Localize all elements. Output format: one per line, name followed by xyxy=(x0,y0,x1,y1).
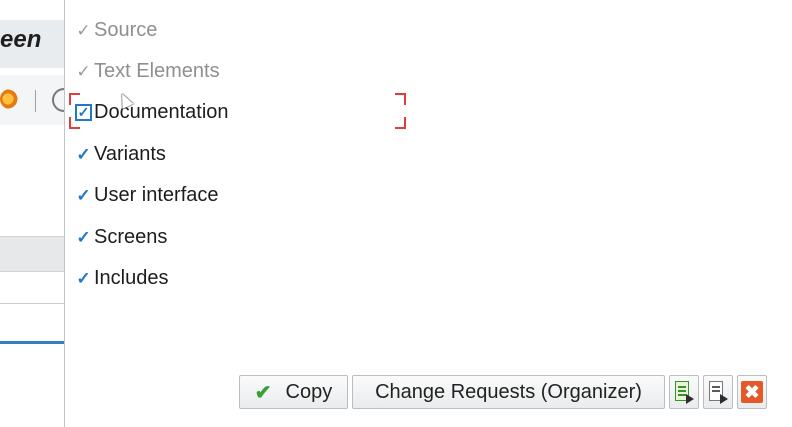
option-text-elements: ✓ Text Elements xyxy=(75,58,220,84)
option-user-interface[interactable]: ✓ User interface xyxy=(75,182,219,208)
cancel-button[interactable]: ✖ xyxy=(737,375,767,409)
option-documentation-label: Documentation xyxy=(94,100,229,123)
copy-options-dialog: ✓ Source ✓ Text Elements ✓ Documentation… xyxy=(64,0,792,427)
background-row xyxy=(0,236,64,272)
deselect-all-button[interactable] xyxy=(703,375,733,409)
toolbar-separator xyxy=(35,90,36,112)
option-documentation[interactable]: ✓ Documentation xyxy=(75,99,229,125)
execute-icon[interactable] xyxy=(0,89,20,109)
background-title: een xyxy=(0,26,42,53)
focus-bracket-bottom-right xyxy=(395,117,406,129)
background-accent-line xyxy=(0,341,64,344)
checkbox-text-elements: ✓ xyxy=(76,61,91,81)
change-requests-button[interactable]: Change Requests (Organizer) xyxy=(352,375,665,409)
option-screens-label: Screens xyxy=(94,225,168,248)
option-source-label: Source xyxy=(94,18,158,41)
option-includes[interactable]: ✓ Includes xyxy=(75,265,169,291)
select-all-icon xyxy=(675,381,694,404)
change-requests-button-label: Change Requests (Organizer) xyxy=(375,380,642,403)
background-window: een xyxy=(0,0,64,427)
checkbox-source: ✓ xyxy=(76,20,91,40)
checkbox-documentation[interactable]: ✓ xyxy=(75,103,92,121)
checkbox-variants[interactable]: ✓ xyxy=(75,146,92,163)
option-variants[interactable]: ✓ Variants xyxy=(75,141,166,167)
background-divider xyxy=(0,303,64,304)
dialog-footer: ✔ Copy Change Requests (Organizer) ✖ xyxy=(239,375,767,409)
select-all-button[interactable] xyxy=(669,375,699,409)
option-screens[interactable]: ✓ Screens xyxy=(75,224,167,250)
option-user-interface-label: User interface xyxy=(94,183,219,206)
option-source: ✓ Source xyxy=(75,17,157,43)
copy-button-label: Copy xyxy=(285,380,333,403)
option-text-elements-label: Text Elements xyxy=(94,59,220,82)
deselect-all-icon xyxy=(709,381,728,404)
focus-bracket-top-right xyxy=(395,93,406,105)
option-variants-label: Variants xyxy=(94,142,166,165)
checkbox-user-interface[interactable]: ✓ xyxy=(75,187,92,204)
copy-button[interactable]: ✔ Copy xyxy=(239,375,348,409)
option-includes-label: Includes xyxy=(94,266,169,289)
checkbox-includes[interactable]: ✓ xyxy=(75,270,92,287)
checkbox-screens[interactable]: ✓ xyxy=(75,229,92,246)
close-icon: ✖ xyxy=(741,381,763,403)
checkmark-icon: ✔ xyxy=(254,381,272,404)
